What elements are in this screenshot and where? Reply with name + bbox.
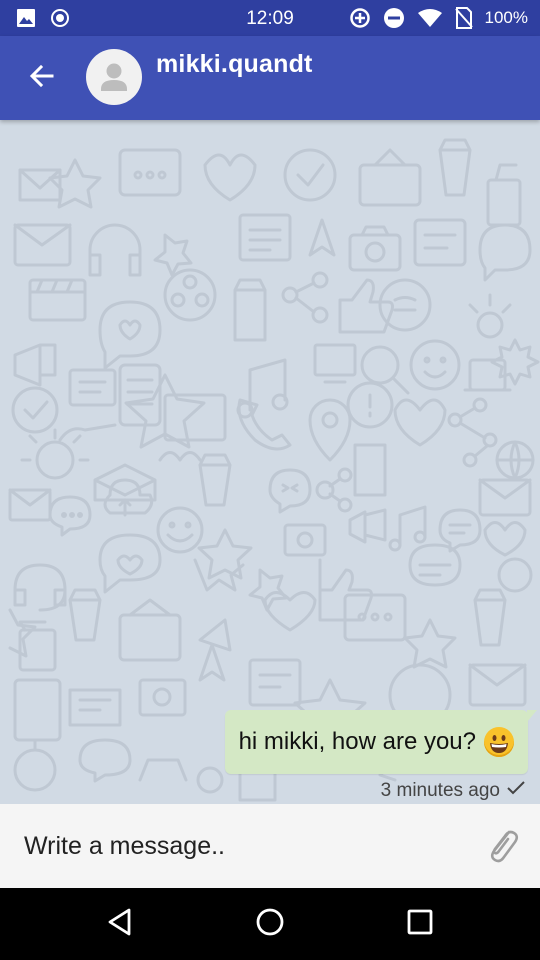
message-input[interactable]: [24, 804, 464, 888]
recents-square-icon: [406, 908, 434, 941]
home-circle-icon: [255, 907, 285, 942]
system-nav-bar: [0, 888, 540, 960]
contact-name[interactable]: mikki.quandt: [156, 50, 313, 79]
avatar[interactable]: [86, 49, 142, 105]
chat-screen: 12:09 100% mikki.quandt hi mikki, how ar…: [0, 0, 540, 960]
back-triangle-icon: [106, 907, 134, 942]
do-not-disturb-icon: [383, 7, 405, 29]
status-bar: 12:09 100%: [0, 0, 540, 36]
no-sim-icon: [454, 7, 473, 29]
paperclip-icon: [484, 824, 520, 869]
message-timestamp: 3 minutes ago: [380, 780, 500, 801]
sent-check-icon: [506, 780, 526, 802]
message-list[interactable]: hi mikki, how are you? 3 minutes ago: [0, 120, 540, 804]
outgoing-message-bubble[interactable]: hi mikki, how are you?: [224, 710, 537, 774]
person-icon: [86, 63, 142, 105]
status-right-icons: 100%: [349, 0, 528, 36]
attach-button[interactable]: [482, 826, 522, 866]
data-saver-icon: [349, 7, 371, 29]
message-composer: [0, 804, 540, 888]
wifi-icon: [417, 8, 443, 28]
chat-background-pattern: [8, 138, 540, 802]
message-text: hi mikki, how are you?: [238, 728, 476, 755]
nav-back-button[interactable]: [98, 902, 142, 946]
nav-home-button[interactable]: [248, 902, 292, 946]
nav-recents-button[interactable]: [398, 902, 442, 946]
arrow-back-icon: [28, 62, 56, 95]
grinning-face-emoji-icon: [484, 727, 514, 757]
back-button[interactable]: [22, 58, 62, 98]
battery-level: 100%: [484, 8, 528, 27]
message-meta: 3 minutes ago: [381, 780, 526, 802]
bubble-tail: [527, 710, 537, 722]
app-bar: mikki.quandt: [0, 36, 540, 120]
